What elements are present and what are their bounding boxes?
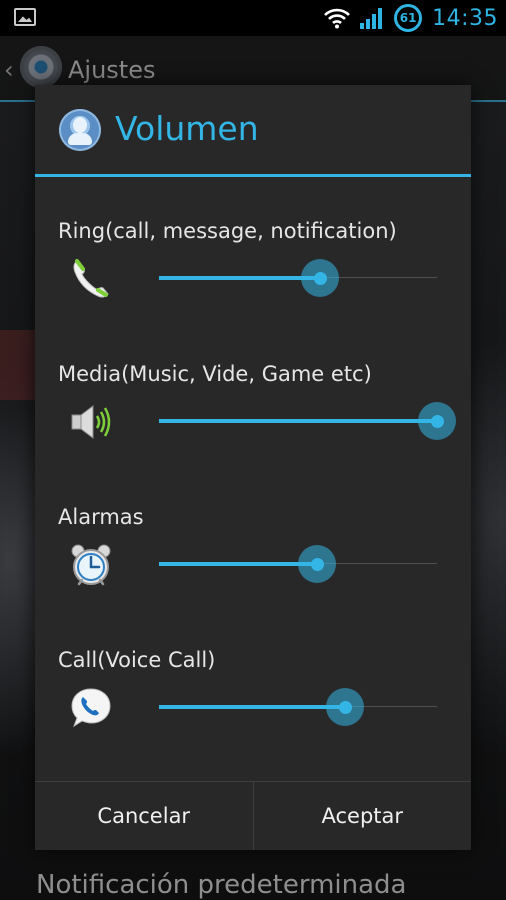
wifi-icon — [324, 8, 351, 29]
signal-strength-icon — [360, 8, 383, 29]
image-notification-icon — [14, 8, 36, 26]
settings-gear-icon — [20, 46, 62, 88]
slider-fill — [159, 276, 320, 280]
voice-call-icon — [71, 688, 111, 728]
slider-thumb-dot — [431, 415, 444, 428]
phone-icon — [73, 259, 109, 298]
slider-thumb-dot — [311, 558, 324, 571]
volume-label-alarm: Alarmas — [58, 505, 144, 529]
back-caret-icon: ‹ — [4, 56, 14, 84]
background-list-item: Notificación predeterminada — [36, 870, 407, 900]
media-volume-slider[interactable] — [159, 402, 456, 442]
alarm-volume-slider[interactable] — [159, 545, 437, 585]
header-divider — [35, 174, 471, 177]
ring-volume-slider[interactable] — [159, 259, 437, 299]
volume-section-alarm: Alarmas — [35, 505, 471, 648]
dialog-title: Volumen — [115, 109, 259, 148]
background-poster — [0, 330, 38, 400]
battery-indicator: 61 — [394, 4, 423, 32]
slider-fill — [159, 419, 437, 423]
volume-section-media: Media(Music, Vide, Game etc) — [35, 362, 471, 505]
cancel-button[interactable]: Cancelar — [35, 782, 253, 850]
volume-label-call: Call(Voice Call) — [58, 648, 216, 672]
speaker-icon — [71, 405, 111, 439]
dialog-header: Volumen — [35, 85, 471, 177]
slider-thumb-dot — [339, 701, 352, 714]
contact-avatar-icon — [59, 109, 101, 151]
accept-button[interactable]: Aceptar — [252, 782, 472, 850]
slider-fill — [159, 562, 317, 566]
volume-dialog: Volumen Ring(call, message, notification… — [35, 85, 471, 850]
clock: 14:35 — [432, 5, 498, 31]
status-bar: 61 14:35 — [0, 0, 506, 36]
call-volume-slider[interactable] — [159, 688, 437, 728]
alarm-clock-icon — [71, 544, 111, 586]
dialog-button-bar: Cancelar Aceptar — [35, 781, 471, 850]
volume-section-call: Call(Voice Call) — [35, 648, 471, 791]
volume-label-ring: Ring(call, message, notification) — [58, 219, 397, 243]
slider-fill — [159, 705, 345, 709]
slider-thumb-dot — [314, 272, 327, 285]
volume-label-media: Media(Music, Vide, Game etc) — [58, 362, 372, 386]
background-title: Ajustes — [68, 56, 156, 84]
volume-section-ring: Ring(call, message, notification) — [35, 219, 471, 362]
